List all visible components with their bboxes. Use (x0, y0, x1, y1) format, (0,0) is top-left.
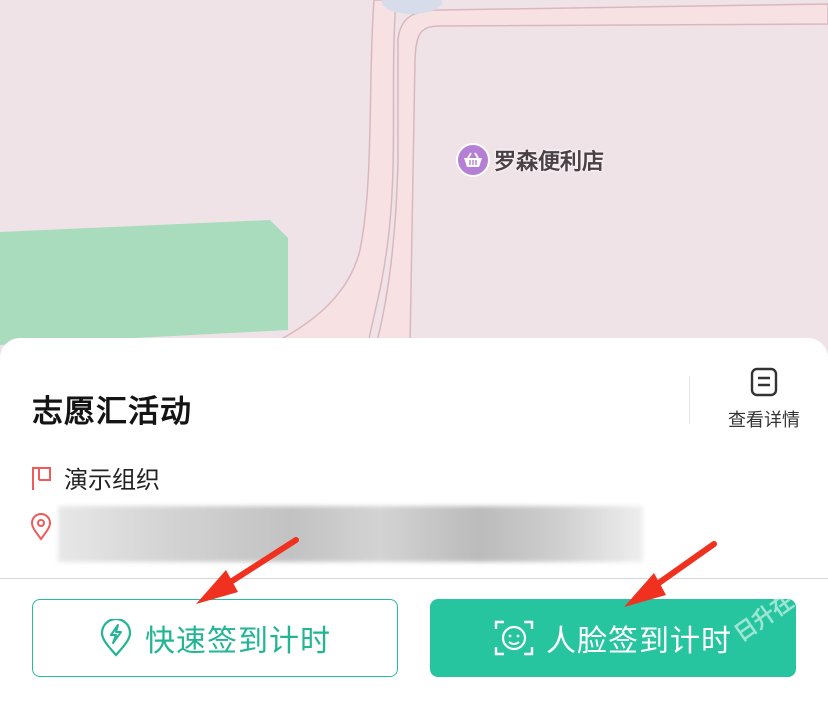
address-row (30, 513, 52, 541)
poi-label: 罗森便利店 (494, 150, 605, 175)
organization-name: 演示组织 (64, 466, 160, 494)
flag-icon (32, 466, 51, 490)
location-pin-icon (30, 513, 52, 541)
document-icon (750, 367, 778, 397)
view-details-label: 查看详情 (728, 410, 800, 431)
view-details-button[interactable]: 查看详情 (718, 366, 810, 436)
quick-checkin-label: 快速签到计时 (145, 624, 331, 659)
organization-row: 演示组织 (30, 460, 160, 495)
quick-checkin-button[interactable]: 快速签到计时 (32, 599, 398, 677)
park-area (0, 220, 288, 345)
face-scan-icon (494, 620, 534, 656)
action-bar: 快速签到计时 人脸签到计时 (0, 578, 828, 704)
activity-sheet: 志愿汇活动 查看详情 演示组织 快速签到计时 人脸签到计时 (0, 338, 828, 704)
lightning-pin-icon (100, 619, 132, 657)
poi-lawson[interactable]: 罗森便利店 (456, 143, 604, 177)
divider (689, 376, 690, 424)
activity-title: 志愿汇活动 (32, 394, 192, 430)
face-checkin-label: 人脸签到计时 (546, 624, 732, 659)
shopping-basket-icon (456, 143, 490, 177)
address-redacted (58, 506, 643, 562)
